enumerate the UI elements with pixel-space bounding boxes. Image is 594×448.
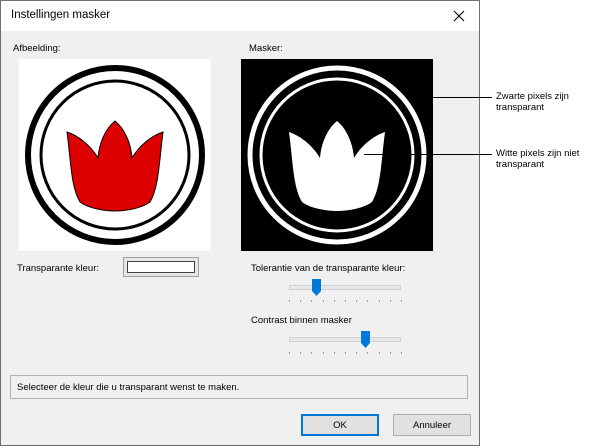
slider-tick xyxy=(390,300,391,302)
slider-track xyxy=(289,285,401,290)
transparent-color-button[interactable] xyxy=(123,257,199,277)
close-button[interactable] xyxy=(439,1,479,31)
white-pixels-leader xyxy=(364,154,492,155)
slider-thumb[interactable] xyxy=(312,279,321,296)
slider-tick xyxy=(300,352,301,354)
black-pixels-line-1: Zwarte pixels zijn xyxy=(496,91,569,102)
image-label: Afbeelding: xyxy=(13,43,61,54)
slider-tick xyxy=(323,352,324,354)
contrast-slider[interactable] xyxy=(285,331,405,355)
slider-tick xyxy=(289,352,290,354)
image-preview-graphic xyxy=(23,63,207,247)
slider-tick xyxy=(289,300,290,302)
transparent-color-label: Transparante kleur: xyxy=(17,263,100,274)
transparent-color-swatch xyxy=(127,261,195,273)
black-pixels-line-2: transparant xyxy=(496,102,545,113)
slider-tick xyxy=(345,300,346,302)
contrast-label: Contrast binnen masker xyxy=(251,315,352,326)
white-pixels-line-2: transparant xyxy=(496,159,545,170)
slider-tick xyxy=(334,300,335,302)
slider-tick xyxy=(367,352,368,354)
slider-tick xyxy=(356,300,357,302)
slider-tick xyxy=(390,352,391,354)
slider-tick xyxy=(356,352,357,354)
window-title: Instellingen masker xyxy=(11,9,111,21)
slider-tick xyxy=(379,352,380,354)
slider-track xyxy=(289,337,401,342)
black-pixels-callout: Zwarte pixels zijn transparant xyxy=(496,91,569,113)
close-icon xyxy=(453,10,465,22)
mask-settings-dialog: Instellingen masker Afbeelding: Masker: … xyxy=(0,0,480,446)
white-pixels-line-1: Witte pixels zijn niet xyxy=(496,148,580,159)
slider-tick xyxy=(311,300,312,302)
slider-tick xyxy=(367,300,368,302)
ok-button[interactable]: OK xyxy=(301,414,379,436)
slider-tick xyxy=(401,300,402,302)
black-pixels-leader xyxy=(412,97,492,98)
status-message: Selecteer de kleur die u transparant wen… xyxy=(10,375,468,399)
mask-preview-graphic xyxy=(241,59,433,251)
slider-tick xyxy=(345,352,346,354)
title-bar: Instellingen masker xyxy=(1,1,479,31)
slider-tick xyxy=(323,300,324,302)
slider-tick xyxy=(334,352,335,354)
slider-tick xyxy=(401,352,402,354)
image-preview xyxy=(19,59,211,251)
cancel-button[interactable]: Annuleer xyxy=(393,414,471,436)
slider-tick xyxy=(379,300,380,302)
tolerance-label: Tolerantie van de transparante kleur: xyxy=(251,263,406,274)
mask-preview xyxy=(241,59,433,251)
slider-thumb[interactable] xyxy=(361,331,370,348)
mask-label: Masker: xyxy=(249,43,283,54)
white-pixels-callout: Witte pixels zijn niet transparant xyxy=(496,148,579,170)
slider-tick xyxy=(311,352,312,354)
tolerance-slider[interactable] xyxy=(285,279,405,303)
slider-tick xyxy=(300,300,301,302)
